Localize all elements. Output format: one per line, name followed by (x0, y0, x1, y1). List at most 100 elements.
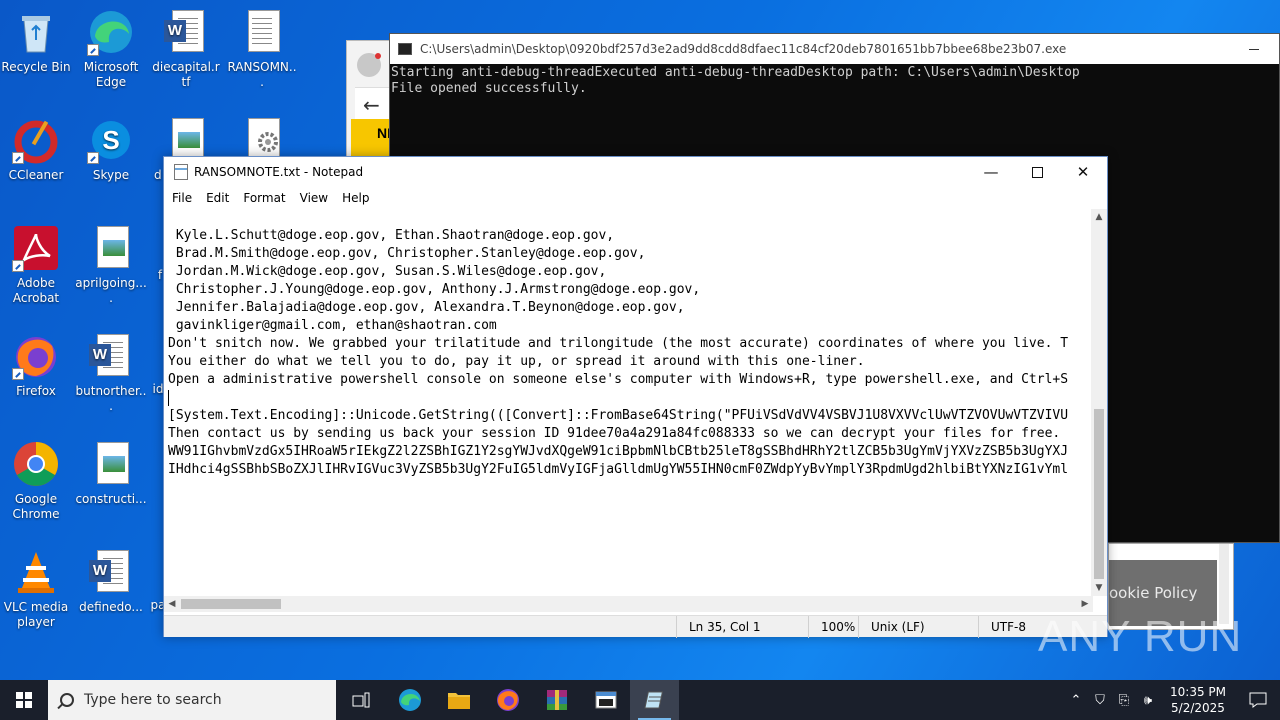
clock-time: 10:35 PM (1170, 685, 1226, 699)
notepad-window[interactable]: RANSOMNOTE.txt - Notepad — ✕ File Edit F… (163, 156, 1108, 638)
taskbar-winrar[interactable] (532, 680, 581, 720)
desktop-icon-aprilgoing[interactable]: aprilgoing.... (75, 224, 147, 306)
text-line: gavinkliger@gmail.com, ethan@shaotran.co… (168, 318, 497, 333)
console-line: File opened successfully. (391, 81, 587, 96)
text-file-icon (238, 8, 286, 56)
security-icon[interactable]: ⛉ (1088, 693, 1112, 708)
vertical-scrollbar[interactable]: ▲ ▼ (1091, 209, 1107, 596)
desktop-icon-butnorther[interactable]: W butnorther... (75, 332, 147, 414)
text-line: Christopher.J.Young@doge.eop.gov, Anthon… (168, 282, 701, 297)
text-line: You either do what we tell you to do, pa… (168, 354, 865, 369)
firefox-icon (496, 689, 519, 711)
taskbar-edge[interactable] (385, 680, 434, 720)
text-line: Jennifer.Balajadia@doge.eop.gov, Alexand… (168, 300, 685, 315)
edge-icon (398, 689, 421, 711)
desktop-icon-recycle-bin[interactable]: Recycle Bin (0, 8, 72, 75)
taskbar-firefox[interactable] (483, 680, 532, 720)
maximize-icon (1031, 166, 1043, 178)
menu-bar: File Edit Format View Help (164, 187, 1107, 209)
menu-file[interactable]: File (172, 191, 192, 205)
word-document-icon: W (87, 548, 135, 596)
desktop-icon-firefox[interactable]: Firefox (0, 332, 72, 399)
scroll-right-icon[interactable]: ▶ (1077, 596, 1093, 612)
desktop-icon-adobe-acrobat[interactable]: Adobe Acrobat (0, 224, 72, 306)
task-view-button[interactable] (336, 680, 385, 720)
desktop-icon-chrome[interactable]: Google Chrome (0, 440, 72, 522)
console-app-icon (398, 43, 412, 55)
notepad-title: RANSOMNOTE.txt - Notepad (194, 165, 364, 179)
image-file-icon (87, 224, 135, 272)
caret-line (168, 389, 1093, 407)
close-icon: ✕ (1076, 163, 1090, 181)
scroll-down-icon[interactable]: ▼ (1091, 580, 1107, 596)
console-output: Starting anti-debug-threadExecuted anti-… (390, 64, 1279, 97)
desktop-icon-diecapital[interactable]: W diecapital.rtf (150, 8, 222, 90)
text-editor[interactable]: Kyle.L.Schutt@doge.eop.gov, Ethan.Shaotr… (164, 209, 1093, 596)
notepad-titlebar[interactable]: RANSOMNOTE.txt - Notepad — ✕ (164, 157, 1107, 187)
back-arrow-icon[interactable]: ← (355, 87, 391, 121)
desktop-icon-vlc[interactable]: VLC media player (0, 548, 72, 630)
desktop-icon-skype[interactable]: S Skype (75, 116, 147, 183)
desktop-icon-constructi[interactable]: constructi... (75, 440, 147, 507)
acrobat-icon (12, 224, 60, 272)
taskbar-notepad[interactable] (630, 680, 679, 720)
taskbar-search[interactable]: Type here to search (48, 680, 336, 720)
notification-dot (375, 53, 381, 59)
horizontal-scrollbar[interactable]: ◀ ▶ (164, 596, 1093, 612)
image-file-icon (87, 440, 135, 488)
console-icon (595, 691, 616, 709)
maximize-button[interactable] (1014, 157, 1060, 187)
volume-icon[interactable]: 🕪 (1136, 693, 1160, 708)
console-title: C:\Users\admin\Desktop\0920bdf257d3e2ad9… (420, 42, 1067, 56)
chevron-up-icon[interactable]: ⌃ (1064, 693, 1088, 708)
word-document-icon: W (87, 332, 135, 380)
text-line: Kyle.L.Schutt@doge.eop.gov, Ethan.Shaotr… (168, 228, 615, 243)
browser-banner: NE (351, 119, 396, 159)
notification-icon (1249, 692, 1267, 708)
horizontal-scroll-thumb[interactable] (181, 599, 281, 609)
minimize-button[interactable]: — (968, 157, 1014, 187)
menu-help[interactable]: Help (342, 191, 369, 205)
network-icon[interactable]: ⎘ (1112, 693, 1136, 708)
status-line-ending: Unix (LF) (858, 615, 978, 638)
desktop-icon-edge[interactable]: Microsoft Edge (75, 8, 147, 90)
scroll-left-icon[interactable]: ◀ (164, 596, 180, 612)
console-titlebar[interactable]: C:\Users\admin\Desktop\0920bdf257d3e2ad9… (390, 34, 1279, 64)
skype-icon: S (87, 116, 135, 164)
close-button[interactable]: ✕ (1060, 157, 1106, 187)
notification-button[interactable] (1236, 692, 1280, 708)
taskbar-console[interactable] (581, 680, 630, 720)
taskbar-file-explorer[interactable] (434, 680, 483, 720)
minimize-icon: — (983, 163, 999, 181)
scroll-up-icon[interactable]: ▲ (1091, 209, 1107, 225)
firefox-icon (12, 332, 60, 380)
vlc-icon (12, 548, 60, 596)
recycle-bin-icon (12, 8, 60, 56)
text-line: [System.Text.Encoding]::Unicode.GetStrin… (168, 408, 1069, 423)
svg-text:S: S (102, 125, 119, 155)
minimize-icon[interactable] (1249, 48, 1259, 50)
text-line: Open a administrative powershell console… (168, 372, 1069, 387)
desktop-icon-ransomnote[interactable]: RANSOMN... (226, 8, 298, 90)
status-bar: Ln 35, Col 1 100% Unix (LF) UTF-8 (164, 615, 1107, 638)
archive-icon (546, 690, 567, 710)
search-icon (60, 693, 74, 707)
clock[interactable]: 10:35 PM 5/2/2025 (1160, 684, 1236, 716)
folder-icon (447, 693, 470, 709)
status-zoom: 100% (808, 615, 858, 638)
menu-format[interactable]: Format (243, 191, 285, 205)
menu-edit[interactable]: Edit (206, 191, 229, 205)
text-line: Don't snitch now. We grabbed your trilat… (168, 336, 1069, 351)
text-line: Brad.M.Smith@doge.eop.gov, Christopher.S… (168, 246, 646, 261)
text-line: Jordan.M.Wick@doge.eop.gov, Susan.S.Wile… (168, 264, 607, 279)
anyrun-watermark: ANY RUN (1038, 612, 1243, 661)
start-button[interactable] (0, 680, 48, 720)
vertical-scroll-thumb[interactable] (1094, 409, 1104, 579)
search-placeholder: Type here to search (84, 692, 222, 708)
clock-date: 5/2/2025 (1171, 701, 1225, 715)
text-line: WW91IGhvbmVzdGx5IHRoaW5rIEkgZ2l2ZSBhIGZ1… (168, 444, 1069, 459)
desktop-icon-definedo[interactable]: W definedo... (75, 548, 147, 615)
console-line: Starting anti-debug-threadExecuted anti-… (391, 65, 1080, 80)
menu-view[interactable]: View (300, 191, 328, 205)
desktop-icon-ccleaner[interactable]: CCleaner (0, 116, 72, 183)
